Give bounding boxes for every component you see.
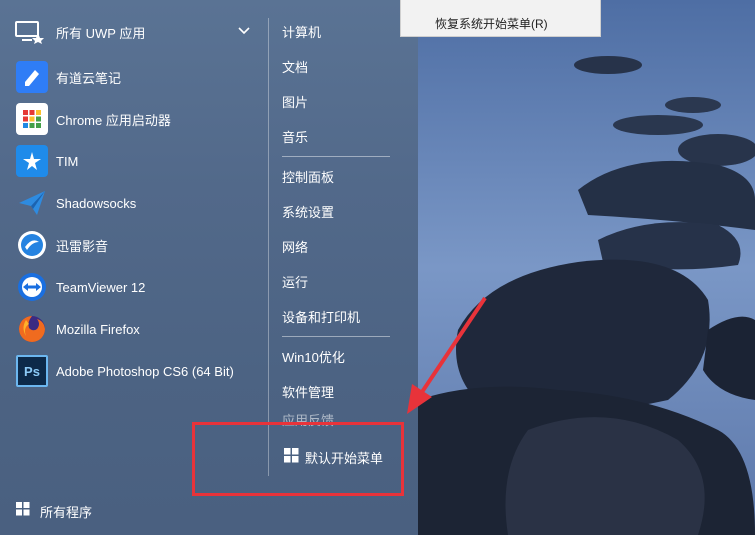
place-software-manager[interactable]: 软件管理 [282, 374, 392, 409]
youdao-note-icon [16, 61, 48, 93]
app-label: Adobe Photoshop CS6 (64 Bit) [56, 363, 234, 379]
desktop-wallpaper [418, 0, 755, 535]
place-music[interactable]: 音乐 [282, 119, 392, 154]
app-label: Mozilla Firefox [56, 321, 140, 337]
app-label: Shadowsocks [56, 195, 137, 211]
app-list: 有道云笔记 Chrome 应用启动器 TIM Shadowsocks 迅雷影音 … [16, 56, 266, 392]
context-menu: 恢复系统开始菜单(R) [400, 0, 601, 37]
place-system-settings[interactable]: 系统设置 [282, 194, 392, 229]
xunlei-player-icon [16, 229, 48, 261]
app-item-shadowsocks[interactable]: Shadowsocks [16, 182, 266, 224]
all-programs-button[interactable]: 所有程序 [16, 500, 92, 522]
places-divider [282, 336, 390, 337]
uwp-apps-header[interactable]: 所有 UWP 应用 [14, 18, 256, 46]
windows-logo-icon [16, 501, 30, 521]
chevron-down-icon[interactable] [238, 23, 250, 35]
app-label: TeamViewer 12 [56, 279, 146, 295]
uwp-apps-label: 所有 UWP 应用 [56, 25, 146, 41]
app-item-firefox[interactable]: Mozilla Firefox [16, 308, 266, 350]
shadowsocks-icon [16, 187, 48, 219]
photoshop-icon: Ps [16, 355, 48, 387]
place-win10-optimize[interactable]: Win10优化 [282, 339, 392, 374]
app-label: TIM [56, 153, 79, 169]
all-programs-label: 所有程序 [40, 504, 93, 520]
app-item-xunlei[interactable]: 迅雷影音 [16, 224, 266, 266]
rocky-coast-image [418, 0, 755, 535]
highlight-box [192, 422, 404, 496]
place-devices-printers[interactable]: 设备和打印机 [282, 299, 392, 334]
app-item-photoshop[interactable]: Ps Adobe Photoshop CS6 (64 Bit) [16, 350, 266, 392]
place-pictures[interactable]: 图片 [282, 84, 392, 119]
tim-icon [16, 145, 48, 177]
app-item-chrome-launcher[interactable]: Chrome 应用启动器 [16, 98, 266, 140]
app-label: 迅雷影音 [56, 238, 109, 254]
place-control-panel[interactable]: 控制面板 [282, 159, 392, 194]
place-documents[interactable]: 文档 [282, 49, 392, 84]
start-menu-places-column: 计算机 文档 图片 音乐 控制面板 系统设置 网络 运行 设备和打印机 Win1… [282, 14, 392, 429]
app-label: Chrome 应用启动器 [56, 112, 171, 128]
chrome-app-launcher-icon [16, 103, 48, 135]
app-label: 有道云笔记 [56, 70, 122, 86]
column-divider [268, 18, 269, 476]
app-item-tim[interactable]: TIM [16, 140, 266, 182]
uwp-apps-icon [14, 20, 44, 44]
place-computer[interactable]: 计算机 [282, 14, 392, 49]
firefox-icon [16, 313, 48, 345]
app-item-teamviewer[interactable]: TeamViewer 12 [16, 266, 266, 308]
app-item-youdao[interactable]: 有道云笔记 [16, 56, 266, 98]
places-divider [282, 156, 390, 157]
place-run[interactable]: 运行 [282, 264, 392, 299]
teamviewer-icon [16, 271, 48, 303]
place-network[interactable]: 网络 [282, 229, 392, 264]
restore-system-start-menu-item[interactable]: 恢复系统开始菜单(R) [435, 15, 548, 32]
